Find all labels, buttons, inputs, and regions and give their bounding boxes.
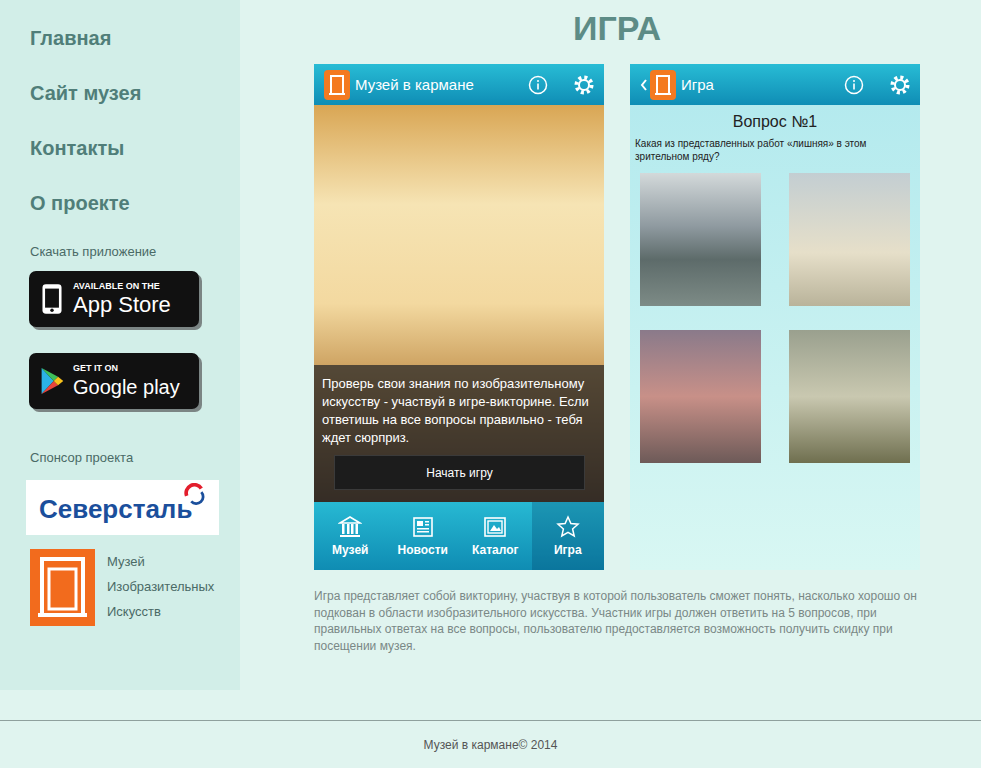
painting[interactable] [640, 330, 761, 463]
page: ГлавнаяСайт музеяКонтактыО проектеСкачат… [0, 0, 981, 768]
gear-icon[interactable] [890, 75, 910, 95]
footer: Музей в кармане© 2014 [0, 720, 981, 768]
screenshots: Музей в кармане Проверь свои знания по из… [314, 64, 981, 570]
tab[interactable]: Каталог [459, 502, 532, 570]
page-title: ИГРА [314, 0, 920, 64]
sponsor-logo[interactable]: Северсталь [26, 480, 219, 535]
screen-title: Игра [681, 76, 844, 93]
app-header: Игра [630, 64, 920, 105]
star-icon [556, 515, 580, 539]
store-caption: GET IT ON [73, 363, 180, 374]
tab-label: Каталог [472, 543, 519, 557]
gear-icon[interactable] [574, 75, 594, 95]
game-screen: Игра Вопрос №1Какая из представленных раб… [630, 64, 920, 570]
answer-grid [630, 173, 920, 463]
museum-logo[interactable]: МузейИзобразительныхИскусств [30, 549, 214, 626]
intro-panel: Проверь свои знания по изобразительному … [314, 365, 604, 502]
sidebar: ГлавнаяСайт музеяКонтактыО проектеСкачат… [0, 0, 240, 690]
quiz: Вопрос №1Какая из представленных работ «… [630, 105, 920, 570]
museum-building-icon [30, 549, 95, 626]
tab-label: Новости [398, 543, 448, 557]
hall-photo: Проверь свои знания по изобразительному … [314, 105, 604, 502]
tab-label: Музей [332, 543, 368, 557]
newspaper-icon [411, 515, 435, 539]
store-button[interactable]: AVAILABLE ON THEApp Store [29, 271, 199, 327]
nav: ГлавнаяСайт музеяКонтактыО проекте [0, 24, 141, 244]
tab[interactable]: Музей [314, 502, 387, 570]
info-icon[interactable] [528, 75, 548, 95]
app-header: Музей в кармане [314, 64, 604, 105]
main: ИГРА Музей в кармане Проверь свои знания п… [240, 0, 981, 720]
store-button[interactable]: GET IT ONGoogle play [29, 353, 199, 409]
app-icon [324, 70, 350, 100]
museum-name: МузейИзобразительныхИскусств [107, 549, 214, 626]
swirl-icon [183, 483, 205, 505]
question-text: Какая из представленных работ «лишняя» в… [630, 133, 920, 163]
museum-name-line: Изобразительных [107, 574, 214, 599]
sponsor-title: Спонсор проекта [0, 450, 133, 466]
app-icon [650, 70, 676, 100]
tab[interactable]: Игра [532, 502, 605, 570]
store-caption: AVAILABLE ON THE [73, 281, 171, 292]
tab[interactable]: Новости [387, 502, 460, 570]
home-screen: Музей в кармане Проверь свои знания по из… [314, 64, 604, 570]
play-icon [39, 365, 65, 397]
store-text: AVAILABLE ON THEApp Store [73, 281, 171, 318]
store-text: GET IT ONGoogle play [73, 363, 180, 400]
nav-item[interactable]: Сайт музея [0, 79, 141, 134]
back-icon[interactable] [640, 78, 648, 92]
tab-bar: Музей Новости Каталог Игра [314, 502, 604, 570]
nav-item[interactable]: Главная [0, 24, 141, 79]
download-title: Скачать приложение [0, 244, 156, 260]
intro-text: Проверь свои знания по изобразительному … [322, 375, 596, 447]
question-title: Вопрос №1 [630, 105, 920, 133]
nav-item[interactable]: Контакты [0, 134, 141, 189]
painting[interactable] [789, 330, 910, 463]
museum-icon [338, 515, 362, 539]
museum-name-line: Музей [107, 549, 214, 574]
phone-icon [39, 283, 65, 315]
museum-name-line: Искусств [107, 599, 214, 624]
app-title: Музей в кармане [355, 76, 528, 93]
start-button[interactable]: Начать игру [334, 455, 585, 490]
store-name: App Store [73, 292, 171, 318]
info-icon[interactable] [844, 75, 864, 95]
content-row: ГлавнаяСайт музеяКонтактыО проектеСкачат… [0, 0, 981, 720]
copyright: Музей в кармане© 2014 [424, 738, 558, 752]
catalog-icon [483, 515, 507, 539]
description: Игра представляет собой викторину, участ… [314, 588, 926, 654]
painting[interactable] [640, 173, 761, 306]
store-name: Google play [73, 374, 180, 400]
nav-item[interactable]: О проекте [0, 189, 141, 244]
sponsor-name: Северсталь [39, 495, 192, 523]
tab-label: Игра [554, 543, 582, 557]
painting[interactable] [789, 173, 910, 306]
